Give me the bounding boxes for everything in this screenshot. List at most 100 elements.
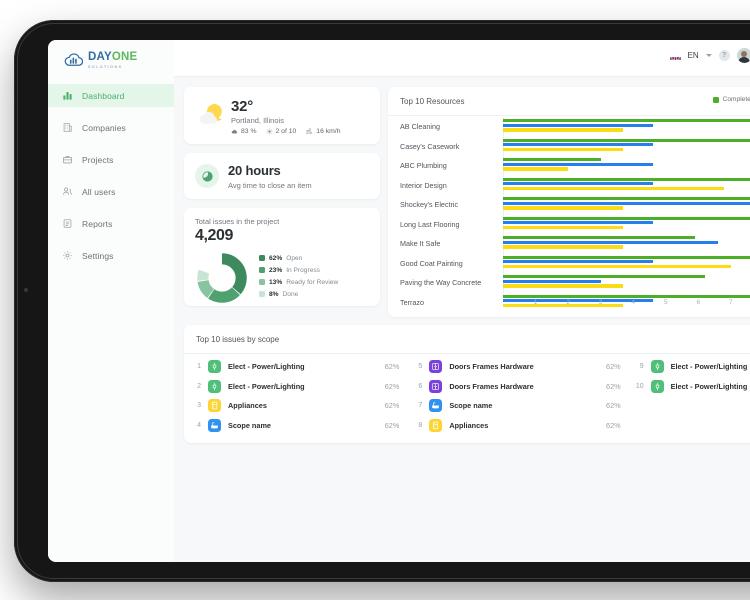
list-item[interactable]: 3 Appliances 62% [190,396,399,416]
list-item-percent: 62% [606,362,621,372]
tablet-device-frame: DAYONE SOLUTIONS Dashboard Companies Pro… [14,20,750,582]
list-item-percent: 62% [384,362,400,372]
chevron-down-icon[interactable] [705,54,712,57]
bar-complete [503,119,750,123]
legend-label: Complete [722,96,750,103]
list-item-percent: 62% [384,420,400,430]
avatar[interactable] [736,48,750,63]
bar-category-label: Paving the Way Concrete [400,278,482,287]
bar-category-label: Terrazo [400,297,424,307]
tablet-screen: DAYONE SOLUTIONS Dashboard Companies Pro… [48,40,750,562]
legend-pct: 8% [269,290,279,298]
legend-item: 13% Ready for Review [259,276,338,288]
top-header-bar: EN ? Cameron W [174,40,750,76]
bar-group [503,138,750,153]
wind-value: 16 km/h [316,128,341,135]
bar-complete [503,255,750,259]
avg-time-label: Avg time to close an item [228,181,312,190]
help-circle-icon[interactable]: ? [718,50,730,61]
x-tick-label: 4 [631,299,635,306]
bar-group [503,119,750,133]
scope-issues-columns: 1 Elect - Power/Lighting 62% 2 Elect - Power… [184,357,750,435]
sidebar-item-label: Settings [82,250,114,261]
sidebar: DAYONE SOLUTIONS Dashboard Companies Pro… [48,40,174,562]
sidebar-item-settings[interactable]: Settings [48,244,174,267]
bar-chart-legend: Complete Open In progress [712,96,750,103]
list-item-name: Scope name [228,420,271,430]
sidebar-item-companies[interactable]: Companies [48,116,174,139]
legend-label: Done [282,290,299,298]
list-item-index: 8 [418,421,423,429]
bar-group [503,177,750,192]
bathtub-icon [429,399,443,413]
list-item[interactable]: 2 Elect - Power/Lighting 62% [190,377,399,397]
sidebar-item-dashboard[interactable]: Dashboard [48,84,174,107]
briefcase-icon [62,154,73,165]
bar-open [503,240,718,244]
scope-issues-card: Top 10 issues by scope 1 Elect - Power/Li… [184,325,750,443]
weather-location: Portland, Illinois [231,116,284,125]
uv-value: 2 of 10 [275,128,297,135]
sidebar-item-reports[interactable]: Reports [48,212,174,235]
sidebar-item-projects[interactable]: Projects [48,148,174,171]
list-item[interactable]: 8 Appliances 62% [411,416,621,436]
list-item[interactable]: 6 Doors Frames Hardware 62% [411,377,621,397]
bar-category-label: Make It Safe [400,239,441,248]
list-item-index: 2 [197,382,201,390]
bar-chart-icon [62,90,73,101]
legend-pct: 23% [269,266,283,274]
list-item[interactable]: 5 Doors Frames Hardware 62% [411,357,621,377]
bar-category-label: Shockey's Electric [400,200,459,209]
legend-item-complete: Complete [712,96,750,103]
list-item-index: 6 [418,382,423,390]
list-item-percent: 62% [384,401,400,411]
bar-in-progress [503,245,624,249]
app-logo[interactable]: DAYONE SOLUTIONS [64,48,137,69]
bar-row: Long Last Flooring [400,215,750,235]
list-item[interactable]: 10Elect - Power/Lighting62% [633,377,750,397]
sidebar-item-label: Reports [82,218,113,229]
list-item[interactable]: 9Elect - Power/Lighting62% [633,357,750,377]
bar-complete [503,294,750,298]
list-item-percent: 62% [606,381,621,391]
appliance-icon [208,399,221,413]
bar-category-label: ABC Plumbing [400,161,447,170]
bar-in-progress [503,264,731,269]
sun-icon [266,128,272,135]
sidebar-item-label: All users [82,186,116,197]
document-icon [62,218,73,229]
humidity-value: 83 % [241,128,257,135]
bar-open [503,221,653,225]
weather-humidity: 83 % [231,128,257,135]
bar-complete [503,216,750,220]
sidebar-item-all-users[interactable]: All users [48,180,174,203]
list-item-index: 10 [635,382,644,390]
list-item-index: 5 [418,363,423,371]
list-item-name: Elect - Power/Lighting [228,362,305,372]
legend-swatch [712,96,719,103]
bar-category-label: Casey's Casework [400,141,460,151]
avatar-head [741,50,748,57]
bar-open [503,260,653,264]
sidebar-item-label: Companies [82,122,126,133]
language-selector-label[interactable]: EN [688,51,699,60]
bar-open [503,182,653,186]
electric-icon [208,360,221,374]
sidebar-nav: Dashboard Companies Projects All users R… [48,84,174,276]
list-item-percent: 62% [606,401,621,411]
bar-in-progress [503,147,624,152]
electric-icon [208,379,221,393]
list-item[interactable]: 4 Scope name 62% [190,416,399,436]
scope-issues-column: 9Elect - Power/Lighting62% 10 Elect - Powe… [627,357,750,435]
users-icon [62,186,73,197]
bar-row: Interior Design [400,176,750,196]
card-divider [184,353,750,354]
list-item-name: Elect - Power/Lighting [670,362,748,372]
bar-open [503,279,601,283]
list-item[interactable]: 7 Scope name 62% [411,396,621,416]
legend-pct: 62% [269,254,283,262]
bar-chart-plot: AB Cleaning Casey's Casework ABC Plumbing I… [400,117,750,317]
list-item-name: Elect - Power/Lighting [670,381,748,391]
moon-cloud-icon [195,101,225,129]
list-item[interactable]: 1 Elect - Power/Lighting 62% [190,357,399,377]
